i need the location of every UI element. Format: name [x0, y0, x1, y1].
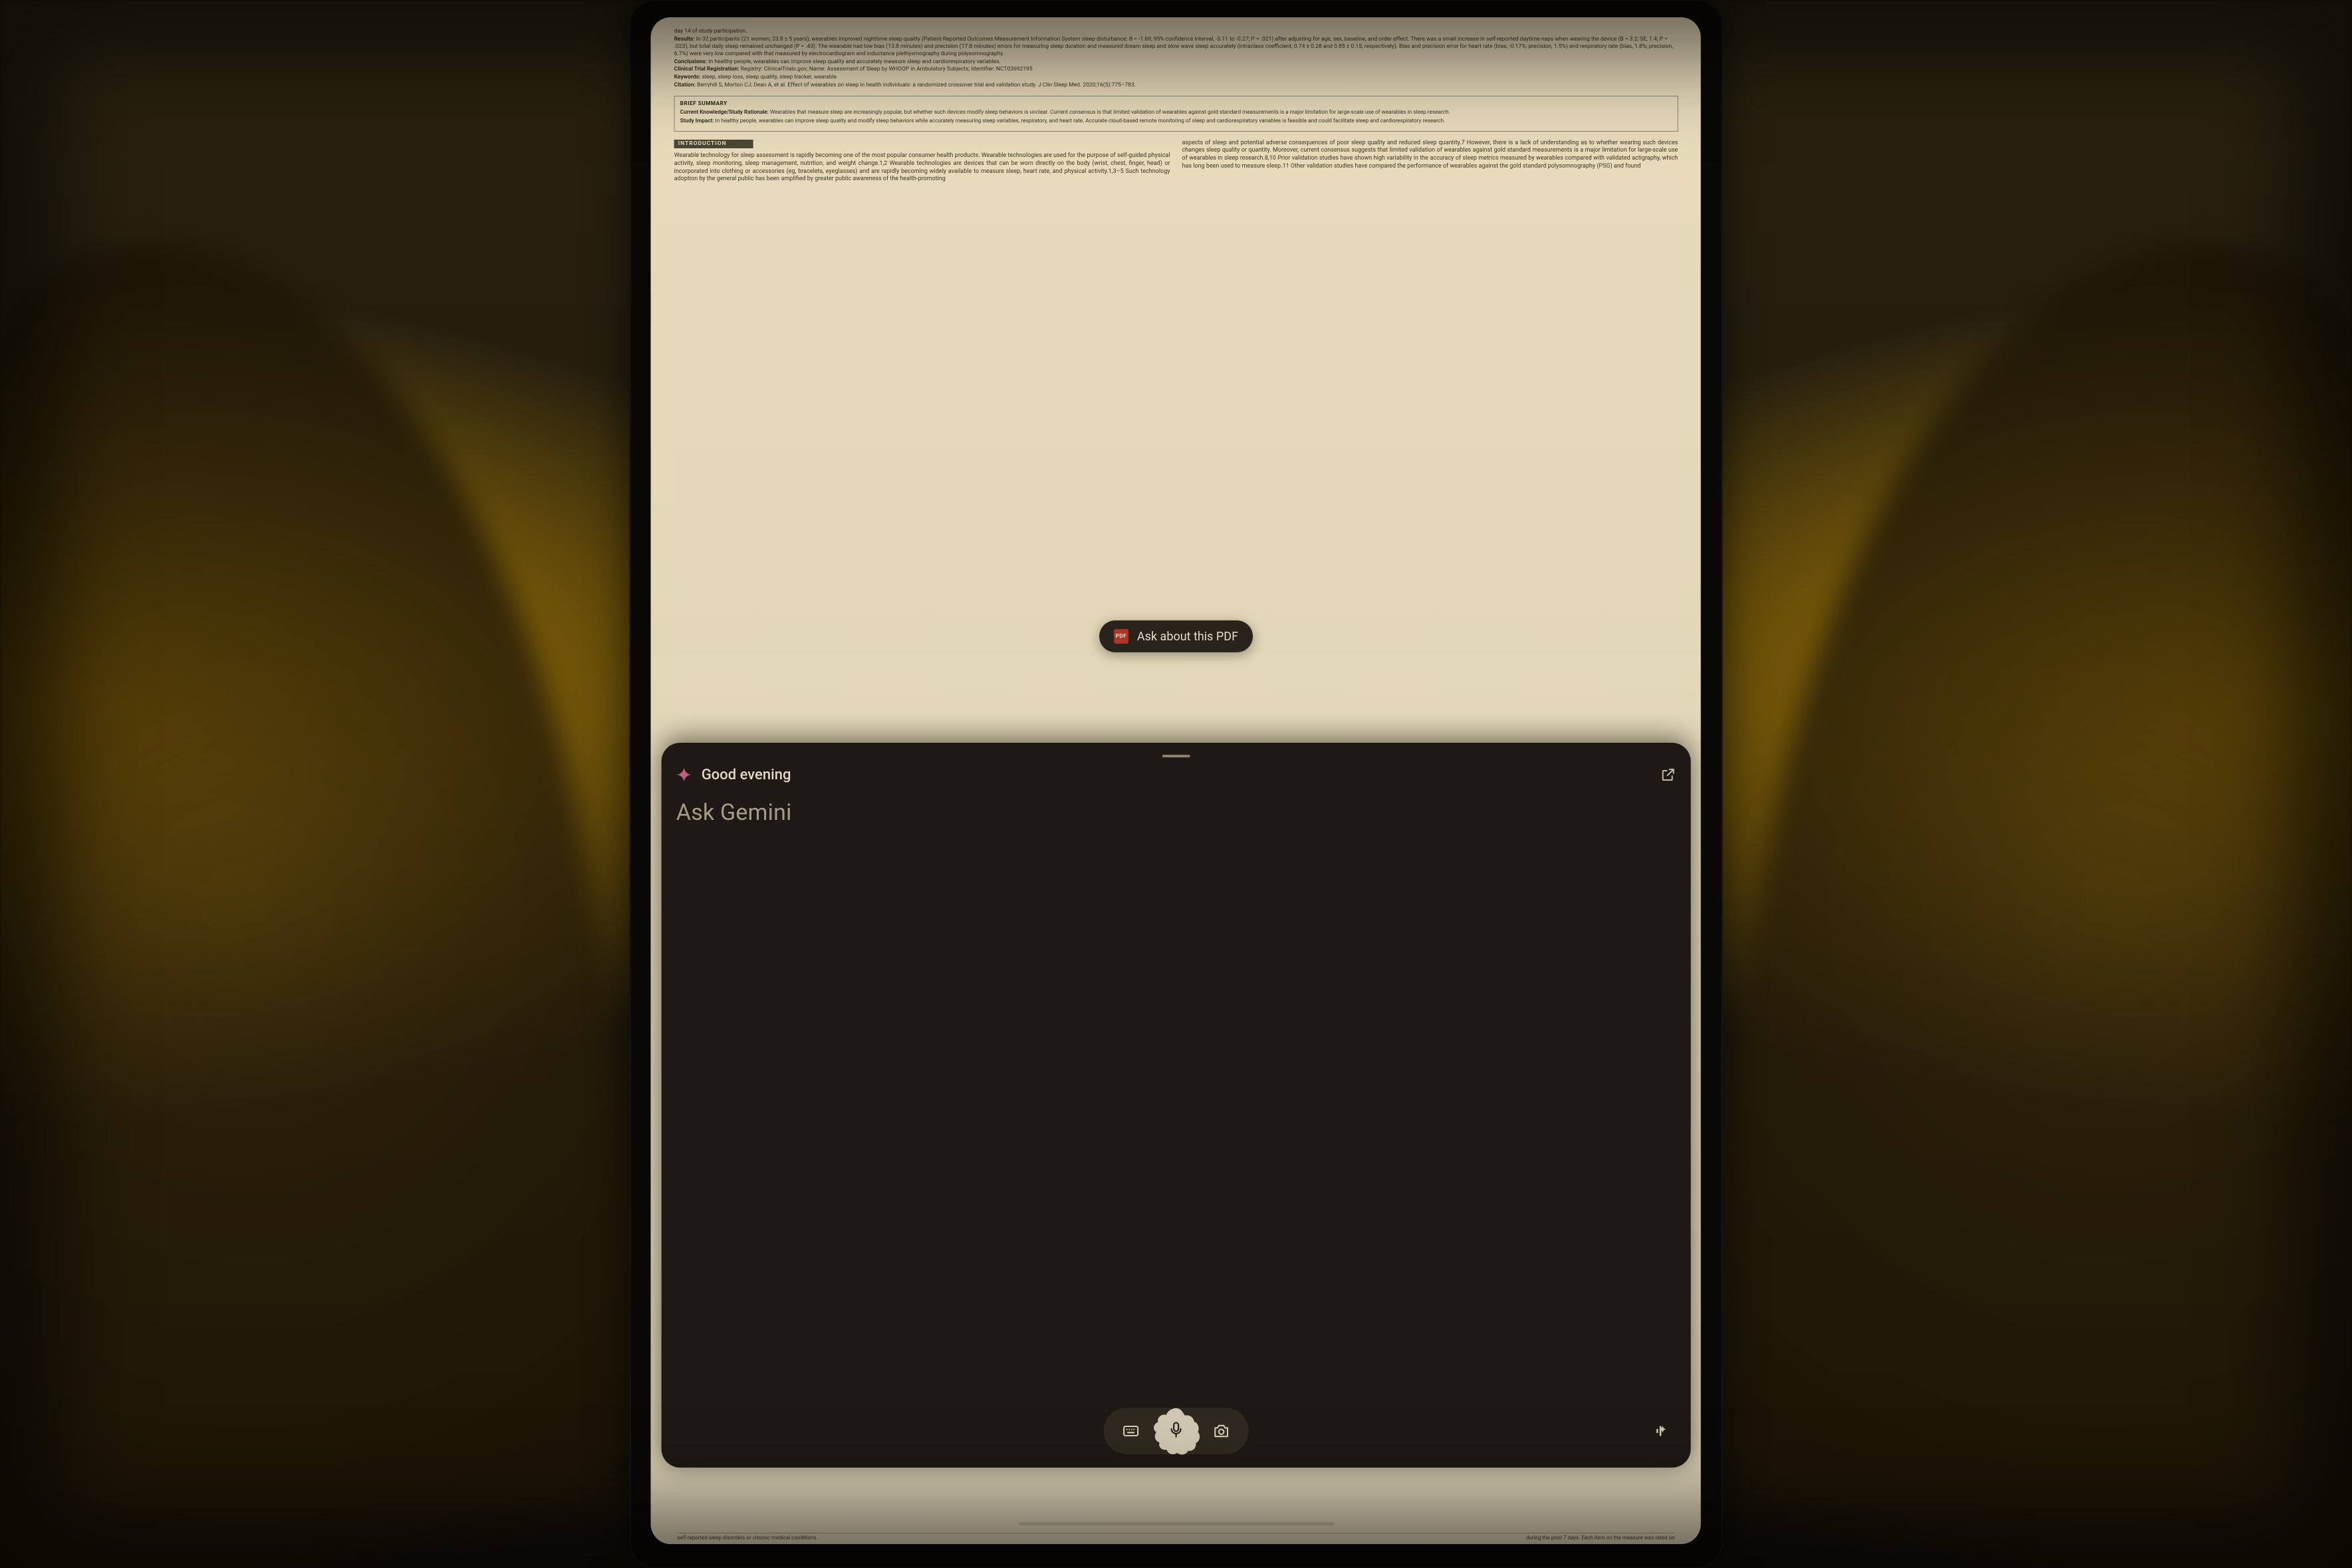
- phone-screen: day 14 of study participation. Results: …: [651, 17, 1701, 1544]
- ask-gemini-prompt[interactable]: Ask Gemini: [676, 799, 1676, 826]
- abstract-conclusions: Conclusions: In healthy people, wearable…: [674, 59, 1678, 66]
- abstract-block: day 14 of study participation. Results: …: [674, 28, 1678, 89]
- column-left: INTRODUCTION Wearable technology for sle…: [674, 140, 1170, 187]
- input-controls: [676, 1408, 1676, 1454]
- gemini-live-icon[interactable]: [1652, 1421, 1672, 1441]
- brief-rationale: Current Knowledge/Study Rationale: Weara…: [680, 109, 1672, 116]
- open-external-icon[interactable]: [1660, 767, 1676, 783]
- ask-about-pdf-label: Ask about this PDF: [1137, 630, 1238, 644]
- keyboard-icon[interactable]: [1120, 1421, 1140, 1441]
- controls-pill: [1103, 1408, 1248, 1454]
- drag-handle[interactable]: [1162, 755, 1190, 757]
- abstract-line: day 14 of study participation.: [674, 28, 1678, 35]
- camera-icon[interactable]: [1211, 1421, 1231, 1441]
- mic-button[interactable]: [1150, 1405, 1202, 1457]
- navigation-bar-handle[interactable]: [1019, 1522, 1334, 1525]
- pdf-icon: PDF: [1114, 629, 1128, 644]
- panel-header: Good evening: [676, 767, 1676, 783]
- greeting-text: Good evening: [702, 767, 791, 783]
- body-columns: INTRODUCTION Wearable technology for sle…: [674, 140, 1678, 187]
- abstract-results: Results: In 32 participants (21 women; 2…: [674, 36, 1678, 58]
- ask-about-pdf-chip[interactable]: PDF Ask about this PDF: [1099, 620, 1253, 652]
- abstract-registration: Clinical Trial Registration: Registry: C…: [674, 66, 1678, 73]
- abstract-keywords: Keywords: sleep, sleep loss, sleep quali…: [674, 74, 1678, 81]
- phone-frame: day 14 of study participation. Results: …: [629, 0, 1723, 1568]
- brief-title: BRIEF SUMMARY: [680, 100, 1672, 108]
- section-heading-introduction: INTRODUCTION: [674, 140, 753, 148]
- gemini-panel[interactable]: Good evening Ask Gemini: [662, 743, 1690, 1468]
- intro-paragraph-right: aspects of sleep and potential adverse c…: [1182, 140, 1678, 172]
- page-footer: self-reported sleep disorders or chronic…: [678, 1533, 1675, 1541]
- microphone-icon: [1166, 1420, 1185, 1442]
- column-right: aspects of sleep and potential adverse c…: [1182, 140, 1678, 187]
- footer-right: during the prior 7 days. Each item on th…: [1526, 1535, 1675, 1541]
- intro-paragraph-left: Wearable technology for sleep assessment…: [674, 152, 1170, 184]
- brief-summary-box: BRIEF SUMMARY Current Knowledge/Study Ra…: [674, 96, 1678, 132]
- brief-impact: Study Impact: In healthy people, wearabl…: [680, 118, 1672, 125]
- abstract-citation: Citation: Berryhill S, Morton CJ, Dean A…: [674, 82, 1678, 89]
- gemini-spark-icon: [676, 767, 692, 783]
- footer-left: self-reported sleep disorders or chronic…: [678, 1535, 818, 1541]
